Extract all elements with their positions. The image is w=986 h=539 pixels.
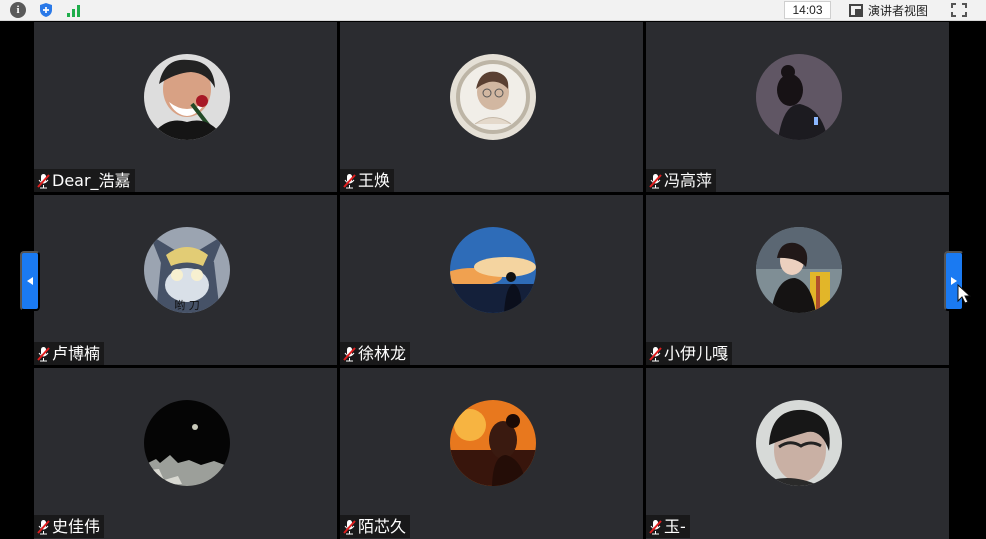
- framed-portrait-avatar: [450, 54, 536, 140]
- participant-name: 卢博楠: [52, 344, 101, 363]
- sunset-silhouette-avatar: [450, 227, 536, 313]
- participant-avatar: [756, 227, 842, 313]
- participant-avatar: [144, 400, 230, 486]
- previous-page-button[interactable]: [20, 251, 40, 311]
- fullscreen-icon[interactable]: [951, 3, 967, 17]
- dark-haired-boy-avatar: [756, 400, 842, 486]
- participant-tile[interactable]: Dear_浩嘉: [34, 22, 337, 192]
- top-toolbar: i 14:03 演讲者视图: [0, 0, 986, 21]
- microphone-muted-icon: [37, 346, 50, 361]
- participant-name: 冯高萍: [664, 171, 713, 190]
- participant-avatar: [450, 227, 536, 313]
- participant-name: 王焕: [358, 171, 391, 190]
- participant-avatar: [756, 54, 842, 140]
- presenter-view-icon: [849, 3, 863, 17]
- presenter-view-label: 演讲者视图: [868, 3, 929, 18]
- night-moon-avatar: [144, 400, 230, 486]
- girl-at-stadium-avatar: [756, 227, 842, 313]
- participant-name-tag: Dear_浩嘉: [34, 169, 135, 192]
- participant-name: 史佳伟: [52, 517, 101, 536]
- participant-tile[interactable]: 哟 刀 卢博楠: [34, 195, 337, 365]
- microphone-muted-icon: [343, 346, 356, 361]
- participant-name-tag: 史佳伟: [34, 515, 105, 538]
- participant-name: 小伊儿嘎: [664, 344, 729, 363]
- svg-text:哟 刀: 哟 刀: [174, 299, 200, 312]
- woman-dark-room-avatar: [756, 54, 842, 140]
- cartoon-cat-avatar: 哟 刀: [144, 227, 230, 313]
- orange-sunset-profile-avatar: [450, 400, 536, 486]
- microphone-muted-icon: [37, 519, 50, 534]
- participant-avatar: [450, 400, 536, 486]
- man-with-rose-avatar: [144, 54, 230, 140]
- microphone-muted-icon: [649, 346, 662, 361]
- microphone-muted-icon: [649, 173, 662, 188]
- participant-tile[interactable]: 玉-: [646, 368, 949, 539]
- participant-avatar: [144, 54, 230, 140]
- participant-avatar: [756, 400, 842, 486]
- microphone-muted-icon: [343, 519, 356, 534]
- signal-icon[interactable]: [66, 2, 82, 18]
- participant-name-tag: 小伊儿嘎: [646, 342, 733, 365]
- participant-tile[interactable]: 陌芯久: [340, 368, 643, 539]
- shield-icon[interactable]: [38, 2, 54, 18]
- participant-name-tag: 冯高萍: [646, 169, 717, 192]
- participant-tile[interactable]: 徐林龙: [340, 195, 643, 365]
- participant-tile[interactable]: 史佳伟: [34, 368, 337, 539]
- info-icon[interactable]: i: [10, 2, 26, 18]
- microphone-muted-icon: [37, 173, 50, 188]
- participant-tile[interactable]: 王焕: [340, 22, 643, 192]
- participant-name: 陌芯久: [358, 517, 407, 536]
- participant-tile[interactable]: 冯高萍: [646, 22, 949, 192]
- participant-name-tag: 陌芯久: [340, 515, 411, 538]
- participant-avatar: 哟 刀: [144, 227, 230, 313]
- chevron-left-icon: [27, 277, 33, 285]
- participant-name-tag: 王焕: [340, 169, 395, 192]
- microphone-muted-icon: [343, 173, 356, 188]
- mouse-pointer-icon: [957, 284, 971, 304]
- meeting-time: 14:03: [784, 1, 831, 19]
- participant-name-tag: 卢博楠: [34, 342, 105, 365]
- microphone-muted-icon: [649, 519, 662, 534]
- presenter-view-button[interactable]: 演讲者视图: [849, 1, 928, 19]
- participant-name: 玉-: [664, 517, 686, 536]
- participant-name: Dear_浩嘉: [52, 171, 131, 190]
- participant-name-tag: 徐林龙: [340, 342, 411, 365]
- participant-name-tag: 玉-: [646, 515, 690, 538]
- participant-tile[interactable]: 小伊儿嘎: [646, 195, 949, 365]
- participant-gallery: Dear_浩嘉 王焕 冯高萍 哟 刀 卢博楠 徐林龙 小伊儿嘎 史佳伟 陌芯久 …: [0, 21, 986, 539]
- participant-name: 徐林龙: [358, 344, 407, 363]
- participant-avatar: [450, 54, 536, 140]
